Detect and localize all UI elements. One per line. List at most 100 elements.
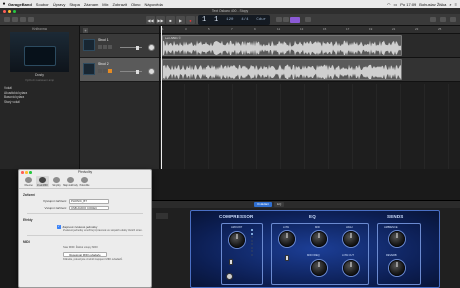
record-enable-button[interactable] [108, 45, 112, 49]
output-device-select[interactable]: PHONIC_BT [69, 199, 109, 204]
playhead[interactable] [161, 26, 162, 169]
track-buttons [98, 45, 112, 49]
patch-artwork [10, 32, 69, 72]
metronome-icon[interactable] [290, 17, 300, 23]
audio-region[interactable] [162, 59, 402, 80]
low-cut-knob[interactable] [343, 260, 359, 276]
minimize-icon[interactable] [25, 171, 28, 174]
low-knob[interactable] [279, 231, 295, 247]
list-item[interactable]: Starý vokál [4, 100, 75, 105]
list-icon[interactable]: ≡ [455, 2, 457, 7]
tab-audio-midi[interactable]: Zvuk/MIDI [36, 176, 49, 187]
ruler-tick: 11 [277, 27, 281, 31]
empty-lanes[interactable] [160, 84, 460, 169]
amount-label: AMOUNT [231, 226, 243, 229]
menu-app-name[interactable]: GarageBand [8, 2, 32, 7]
tab-loops[interactable]: Smyčky [50, 176, 63, 187]
tracks-area[interactable]: 1 3 5 7 9 11 13 15 17 19 21 23 25 Leit AB01 © [160, 26, 460, 169]
input-device-select[interactable]: USB AUDIO CODEC [69, 205, 109, 210]
battery-icon[interactable]: ▭ [393, 2, 397, 7]
timeline-ruler[interactable]: 1 3 5 7 9 11 13 15 17 19 21 23 25 [160, 26, 460, 34]
record-button[interactable]: ● [186, 16, 195, 24]
minimize-icon[interactable] [8, 9, 11, 13]
solo-button[interactable] [103, 45, 107, 49]
high-knob[interactable] [343, 231, 359, 247]
track-header[interactable]: Stvol 1 [80, 34, 159, 58]
menu-mix[interactable]: Mix [102, 2, 108, 7]
pan-knob[interactable] [148, 68, 155, 75]
add-track-button[interactable]: + [83, 27, 88, 33]
count-in-icon[interactable] [283, 17, 289, 22]
solo-button[interactable] [103, 69, 107, 73]
menu-view[interactable]: Zobrazit [113, 2, 127, 7]
editors-icon[interactable] [28, 17, 34, 22]
compressor-switch[interactable] [229, 259, 233, 265]
search-icon[interactable]: ⌕ [449, 2, 451, 7]
track-name[interactable]: Stvol 1 [98, 38, 109, 42]
ruler-tick: 7 [231, 27, 233, 31]
mute-button[interactable] [98, 45, 102, 49]
library-toggle-icon[interactable] [4, 17, 10, 22]
input-monitor-button[interactable] [108, 69, 112, 73]
notepad-icon[interactable] [430, 17, 436, 22]
wifi-icon[interactable]: ◠ [387, 2, 391, 7]
help-icon[interactable] [12, 17, 18, 22]
mid-freq-knob[interactable] [311, 260, 327, 276]
volume-slider[interactable] [120, 45, 142, 50]
track-name[interactable]: Stvol 2 [98, 62, 109, 66]
tab-my-info[interactable]: Mají vidchody [63, 176, 78, 187]
volume-handle[interactable] [136, 69, 139, 74]
tab-advanced[interactable]: Pokročilé [78, 176, 91, 187]
menu-record[interactable]: Záznam [84, 2, 98, 7]
volume-slider[interactable] [120, 69, 142, 74]
loop-icon [53, 177, 60, 183]
reset-midi-button[interactable]: Resetovat MIDI ovladače [63, 251, 107, 257]
tab-general[interactable]: Obecné [22, 176, 35, 187]
patch-name: Dosty [35, 73, 44, 77]
stop-button[interactable]: ■ [166, 16, 175, 24]
tuner-icon[interactable] [276, 17, 282, 22]
menu-help[interactable]: Nápověda [145, 2, 163, 7]
mid-knob[interactable] [311, 231, 327, 247]
tab-controls[interactable]: Ovládání [254, 202, 273, 207]
apple-icon[interactable]: ● [0, 1, 8, 7]
amount-knob[interactable] [229, 232, 245, 248]
tab-eq[interactable]: EQ [274, 202, 285, 207]
smart-controls-tabs: Ovládání EQ [152, 201, 460, 208]
media-browser-icon[interactable] [450, 17, 456, 22]
lcd-display[interactable]: 1 1 120 4/4 Cdur [198, 15, 270, 25]
ambience-knob[interactable] [389, 231, 405, 247]
zoom-icon[interactable] [29, 171, 32, 174]
reverb-knob[interactable] [389, 260, 405, 276]
waveform [163, 40, 401, 55]
master-volume-icon[interactable] [305, 17, 311, 22]
person-icon [67, 177, 74, 183]
smart-controls-icon[interactable] [20, 17, 26, 22]
track-header-selected[interactable]: Stvol 2 [80, 58, 159, 82]
eq-switch[interactable] [285, 255, 289, 261]
pan-knob[interactable] [148, 44, 155, 51]
close-icon[interactable] [3, 9, 6, 13]
clock[interactable]: Po 17:09 [400, 2, 416, 7]
play-button[interactable]: ▶ [176, 16, 185, 24]
menu-track[interactable]: Stopa [69, 2, 79, 7]
loop-browser-icon[interactable] [440, 17, 446, 22]
inspector-toggle[interactable] [156, 213, 168, 219]
midi-description: Klikněte, pokud jste změnili zapojení MI… [63, 257, 123, 261]
zoom-icon[interactable] [13, 9, 16, 13]
menu-file[interactable]: Soubor [36, 2, 49, 7]
close-icon[interactable] [21, 171, 24, 174]
track-lane[interactable]: Leit AB01 © [160, 34, 460, 58]
rewind-button[interactable]: ◀◀ [146, 16, 155, 24]
forward-button[interactable]: ▶▶ [156, 16, 165, 24]
mute-button[interactable] [98, 69, 102, 73]
track-lane[interactable] [160, 58, 460, 82]
audio-region[interactable]: Leit AB01 © [162, 35, 402, 56]
divider [27, 213, 143, 214]
volume-handle[interactable] [136, 45, 139, 50]
toolbar: ◀◀ ▶▶ ■ ▶ ● ⟲ 1 1 120 4/4 Cdur [0, 14, 460, 26]
menu-edit[interactable]: Úpravy [53, 2, 66, 7]
user-name[interactable]: Bohuslav Žiška [419, 2, 446, 7]
audio-units-checkbox[interactable]: ✓ [57, 224, 61, 229]
menu-window[interactable]: Okno [131, 2, 141, 7]
